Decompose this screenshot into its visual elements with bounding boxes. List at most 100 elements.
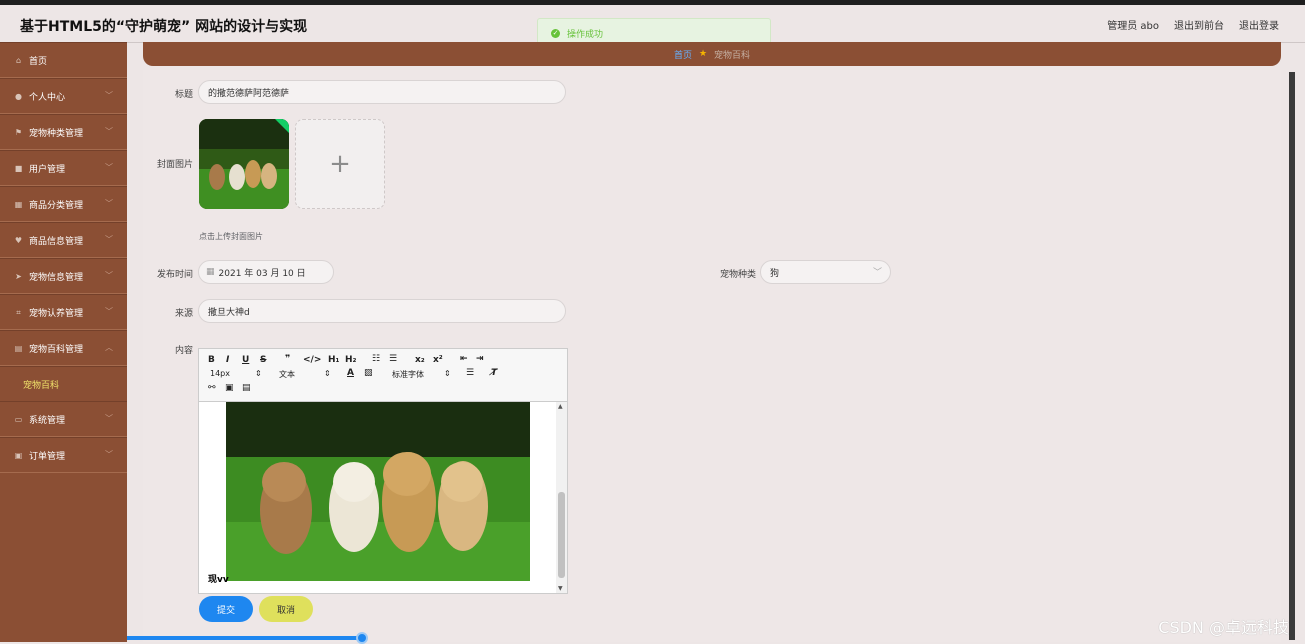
briefcase-icon: ■: [14, 163, 23, 173]
document-icon: ▤: [14, 343, 23, 353]
chevron-down-icon: ﹀: [105, 127, 113, 136]
sidebar-item-label: 首页: [29, 56, 48, 67]
font-family-select[interactable]: 标准字体: [392, 369, 424, 380]
page-scrollbar[interactable]: [1281, 42, 1305, 642]
quote-icon[interactable]: ❞: [285, 354, 290, 364]
content-label: 内容: [174, 346, 193, 356]
sidebar-item-label: 宠物种类管理: [29, 128, 84, 139]
bottom-progress-bar: [127, 636, 363, 640]
chevron-down-icon: ﹀: [105, 163, 113, 172]
sidebar-item-pet-category[interactable]: ⚑ 宠物种类管理 ﹀: [0, 114, 127, 150]
breadcrumb-home[interactable]: 首页: [674, 48, 692, 61]
cover-upload-button[interactable]: +: [295, 119, 385, 209]
watermark: CSDN @卓远科技: [1158, 618, 1289, 637]
logout-link[interactable]: 退出登录: [1239, 17, 1279, 32]
back-to-frontend-link[interactable]: 退出到前台: [1174, 17, 1224, 32]
video-icon[interactable]: ▤: [242, 383, 251, 393]
italic-icon[interactable]: I: [226, 355, 229, 365]
background-color-icon[interactable]: ▨: [364, 368, 373, 378]
check-circle-icon: ✓: [551, 28, 560, 38]
app-title: 基于HTML5的“守护萌宠” 网站的设计与实现: [20, 19, 308, 35]
image-icon[interactable]: ▣: [225, 383, 234, 393]
rich-text-editor[interactable]: B I U S ❞ </> H₁ H₂ ☷ ☰ x₂ x² ⇤ ⇥ 14px ⇕…: [198, 348, 568, 594]
header1-icon[interactable]: H₁: [328, 355, 339, 365]
title-input[interactable]: 的撒范德萨阿范德萨: [198, 80, 566, 104]
editor-content[interactable]: 现vv: [199, 402, 555, 593]
admin-user-label[interactable]: 管理员 abo: [1107, 17, 1159, 32]
cancel-button[interactable]: 取消: [259, 596, 313, 622]
bag-icon: ▣: [14, 450, 23, 460]
chevron-down-icon: ﹀: [105, 199, 113, 208]
scrollbar-thumb[interactable]: [558, 492, 565, 578]
sidebar-item-product-category[interactable]: ▦ 商品分类管理 ﹀: [0, 186, 127, 222]
page-scrollbar-thumb[interactable]: [1289, 72, 1295, 640]
chevron-down-icon: ﹀: [105, 450, 113, 459]
sidebar: ⌂ 首页 ● 个人中心 ﹀ ⚑ 宠物种类管理 ﹀ ■ 用户管理 ﹀ ▦ 商品分类…: [0, 42, 127, 642]
sidebar-item-pet-encyclopedia[interactable]: ▤ 宠物百科管理 ︿: [0, 330, 127, 366]
breadcrumb: 首页 ★ 宠物百科: [143, 42, 1281, 66]
chevron-down-icon: ﹀: [105, 91, 113, 100]
sidebar-item-pet-adoption[interactable]: ⌗ 宠物认养管理 ﹀: [0, 294, 127, 330]
sidebar-item-label: 宠物信息管理: [29, 272, 84, 283]
main-area: 首页 ★ 宠物百科 标题 的撒范德萨阿范德萨 封面图片 + 点击上传封面图片 发…: [143, 42, 1281, 642]
sidebar-item-system[interactable]: ▭ 系统管理 ﹀: [0, 401, 127, 437]
scroll-up-icon: ▲: [558, 403, 563, 410]
sidebar-item-personal-center[interactable]: ● 个人中心 ﹀: [0, 78, 127, 114]
crop-icon: ⌗: [16, 307, 21, 317]
sidebar-item-home[interactable]: ⌂ 首页: [0, 42, 127, 78]
underline-icon[interactable]: U: [242, 355, 249, 365]
code-icon[interactable]: </>: [303, 355, 321, 365]
subscript-icon[interactable]: x₂: [415, 355, 425, 365]
indent-icon[interactable]: ⇥: [476, 354, 484, 364]
bullet-list-icon[interactable]: ☰: [389, 354, 397, 364]
puppies-thumbnail-image: [199, 119, 289, 209]
chevron-down-icon: ﹀: [105, 235, 113, 244]
sidebar-item-user-management[interactable]: ■ 用户管理 ﹀: [0, 150, 127, 186]
chevron-updown-icon: ⇕: [444, 369, 451, 378]
superscript-icon[interactable]: x²: [433, 355, 443, 365]
category-select[interactable]: 狗 ﹀: [760, 260, 891, 284]
date-picker[interactable]: ▦ 2021 年 03 月 10 日: [198, 260, 334, 284]
font-size-select[interactable]: 14px: [210, 369, 230, 378]
star-icon: ★: [698, 49, 708, 59]
outdent-icon[interactable]: ⇤: [460, 354, 468, 364]
chevron-down-icon: ﹀: [105, 307, 113, 316]
user-icon: ●: [15, 91, 22, 101]
flag-icon: ⚑: [14, 127, 23, 137]
header2-icon[interactable]: H₂: [345, 355, 356, 365]
scroll-down-icon: ▼: [558, 585, 563, 592]
text-style-select[interactable]: 文本: [279, 369, 295, 380]
chevron-updown-icon: ⇕: [324, 369, 331, 378]
source-input[interactable]: 撒旦大神d: [198, 299, 566, 323]
clear-format-icon[interactable]: T̸: [491, 368, 497, 378]
date-label: 发布时间: [156, 270, 193, 280]
home-icon: ⌂: [15, 55, 22, 65]
font-color-icon[interactable]: A: [347, 368, 354, 378]
sidebar-item-label: 订单管理: [29, 451, 66, 462]
align-icon[interactable]: ☰: [466, 368, 474, 378]
ordered-list-icon[interactable]: ☷: [372, 354, 380, 364]
editor-scrollbar[interactable]: ▲ ▼: [556, 402, 567, 593]
puppies-content-image: [226, 402, 530, 581]
chevron-down-icon: ﹀: [872, 268, 882, 278]
sidebar-subitem-pet-encyclopedia[interactable]: 宠物百科: [0, 366, 127, 401]
category-label: 宠物种类: [719, 270, 756, 280]
sidebar-item-product-info[interactable]: ♥ 商品信息管理 ﹀: [0, 222, 127, 258]
sidebar-item-label: 商品分类管理: [29, 200, 84, 211]
bottom-progress-knob[interactable]: [356, 632, 368, 644]
sidebar-item-label: 宠物认养管理: [29, 308, 84, 319]
cover-thumbnail[interactable]: [199, 119, 289, 209]
send-icon: ➤: [15, 271, 22, 281]
sidebar-item-label: 个人中心: [29, 92, 66, 103]
sidebar-item-orders[interactable]: ▣ 订单管理 ﹀: [0, 437, 127, 473]
chevron-down-icon: ﹀: [105, 414, 113, 423]
editor-text: 现vv: [208, 575, 229, 585]
strikethrough-icon[interactable]: S: [260, 355, 266, 365]
bold-icon[interactable]: B: [208, 355, 215, 365]
sidebar-item-pet-info[interactable]: ➤ 宠物信息管理 ﹀: [0, 258, 127, 294]
calendar-icon: ▦: [206, 267, 215, 277]
link-icon[interactable]: ⚯: [208, 383, 216, 393]
submit-button[interactable]: 提交: [199, 596, 253, 622]
editor-toolbar: B I U S ❞ </> H₁ H₂ ☷ ☰ x₂ x² ⇤ ⇥ 14px ⇕…: [199, 349, 567, 402]
sidebar-item-label: 系统管理: [29, 415, 66, 426]
